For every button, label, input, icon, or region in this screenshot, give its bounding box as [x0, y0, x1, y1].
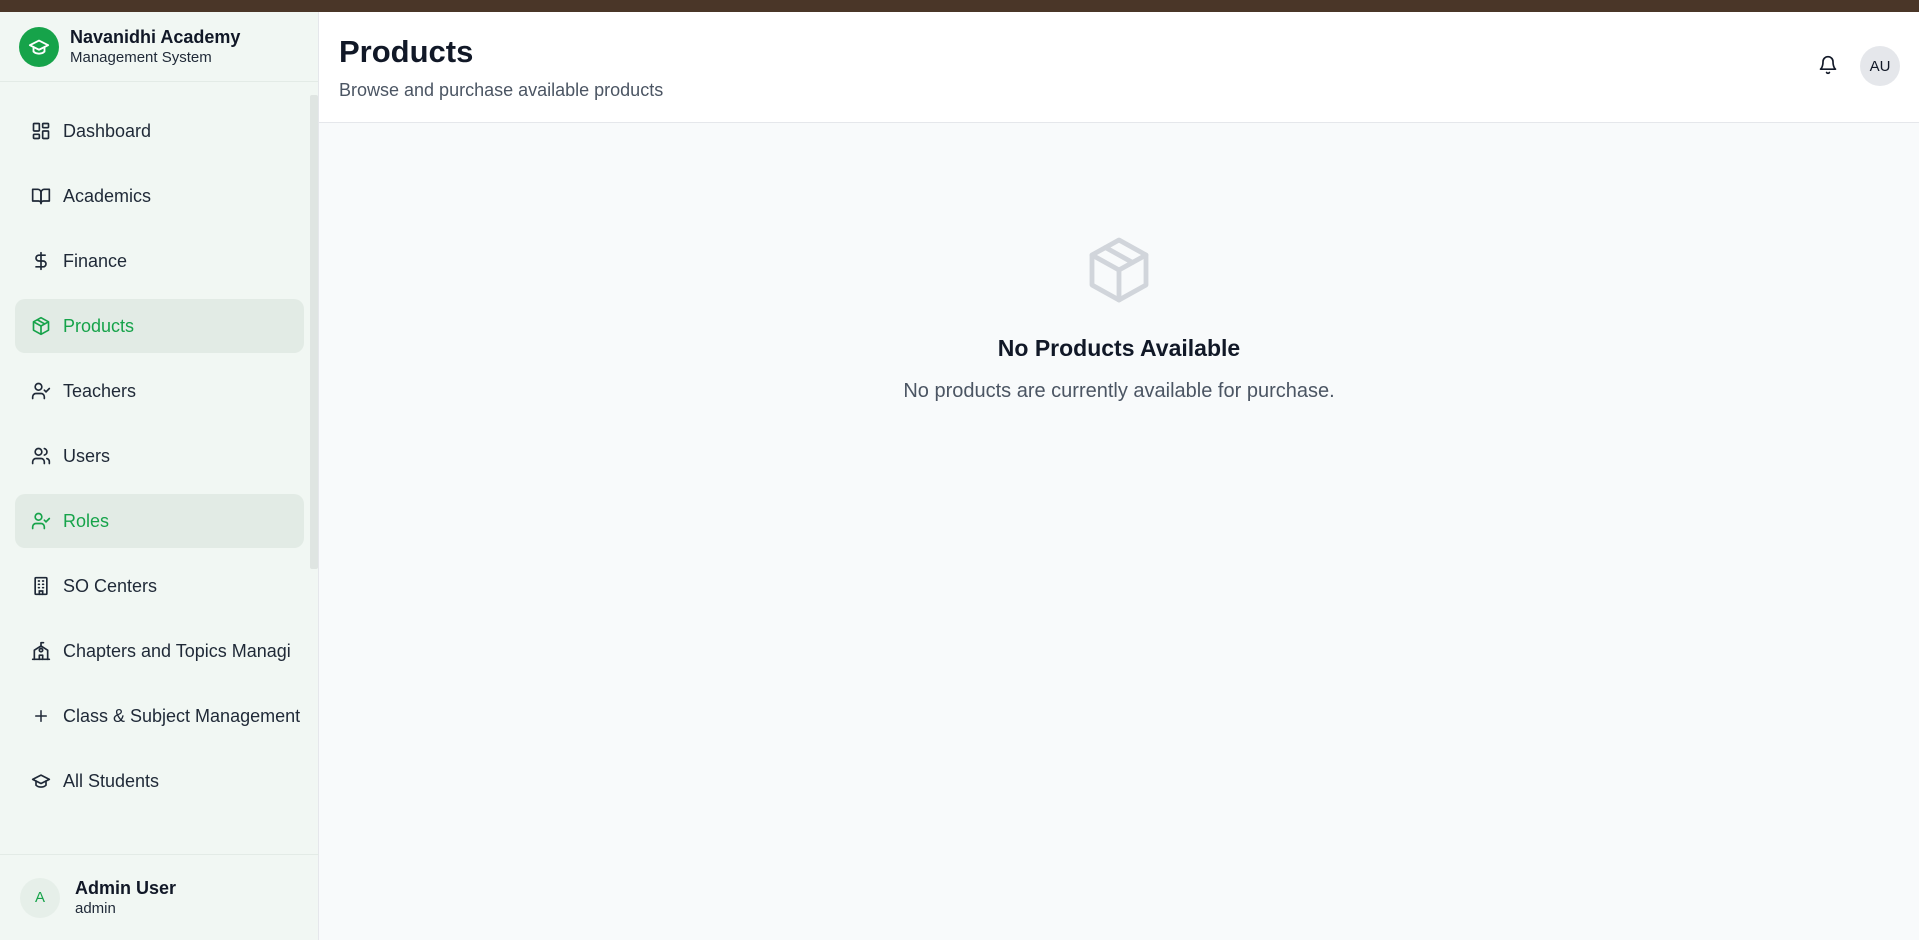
sidebar-item-academics[interactable]: Academics — [15, 169, 304, 223]
sidebar-item-label: Class & Subject Management — [63, 705, 301, 726]
plus-icon — [15, 707, 63, 725]
graduation-cap-logo-icon — [19, 26, 59, 67]
user-text: Admin User admin — [75, 877, 176, 919]
empty-state-message: No products are currently available for … — [903, 380, 1335, 402]
brand-subtitle: Management System — [70, 48, 212, 66]
sidebar-item-class-subject[interactable]: Class & Subject Management — [15, 689, 304, 743]
sidebar-item-label: Academics — [63, 185, 152, 206]
sidebar-item-teachers[interactable]: Teachers — [15, 364, 304, 418]
empty-state-title: No Products Available — [997, 335, 1241, 361]
page-subtitle: Browse and purchase available products — [339, 80, 664, 100]
sidebar-item-dashboard[interactable]: Dashboard — [15, 104, 304, 158]
window-top-bar — [0, 0, 1919, 12]
package-icon — [15, 316, 63, 336]
book-icon — [15, 186, 63, 206]
sidebar: Navanidhi Academy Management System Dash… — [0, 12, 319, 940]
sidebar-item-label: Products — [63, 315, 135, 336]
sidebar-item-label: All Students — [63, 770, 160, 791]
app-shell: Navanidhi Academy Management System Dash… — [0, 12, 1919, 940]
sidebar-item-label: Teachers — [63, 380, 137, 401]
main-content: Products Browse and purchase available p… — [319, 12, 1919, 940]
sidebar-item-all-students[interactable]: All Students — [15, 754, 304, 808]
sidebar-scrollbar[interactable] — [310, 95, 318, 569]
sidebar-item-label: Users — [63, 445, 111, 466]
sidebar-item-roles[interactable]: Roles — [15, 494, 304, 548]
sidebar-item-label: Roles — [63, 510, 110, 531]
user-avatar: A — [20, 877, 60, 918]
user-profile[interactable]: A Admin User admin — [0, 854, 319, 940]
page-header: Products Browse and purchase available p… — [319, 12, 1919, 123]
bell-icon[interactable] — [1815, 52, 1841, 78]
graduation-cap-icon — [15, 771, 63, 791]
sidebar-item-users[interactable]: Users — [15, 429, 304, 483]
header-avatar[interactable]: AU — [1860, 46, 1900, 86]
dollar-icon — [15, 251, 63, 271]
sidebar-item-label: SO Centers — [63, 575, 158, 596]
sidebar-item-finance[interactable]: Finance — [15, 234, 304, 288]
package-icon — [1083, 234, 1155, 306]
building-icon — [15, 576, 63, 596]
sidebar-item-so-centers[interactable]: SO Centers — [15, 559, 304, 613]
brand-header: Navanidhi Academy Management System — [0, 12, 318, 82]
user-check-icon — [15, 511, 63, 531]
dashboard-icon — [15, 121, 63, 141]
user-role: admin — [75, 899, 116, 917]
sidebar-nav: Dashboard Academics Finance Products Tea… — [0, 83, 319, 853]
school-icon — [15, 641, 63, 661]
brand-name: Navanidhi Academy — [70, 26, 241, 47]
brand-text: Navanidhi Academy Management System — [70, 26, 240, 68]
sidebar-item-label: Dashboard — [63, 120, 152, 141]
sidebar-item-chapters-topics[interactable]: Chapters and Topics Managi — [15, 624, 304, 678]
users-icon — [15, 446, 63, 466]
sidebar-item-label: Finance — [63, 250, 128, 271]
sidebar-item-products[interactable]: Products — [15, 299, 304, 353]
user-check-icon — [15, 381, 63, 401]
sidebar-item-label: Chapters and Topics Managi — [63, 640, 291, 661]
user-name: Admin User — [75, 877, 177, 898]
page-title: Products — [339, 34, 474, 69]
